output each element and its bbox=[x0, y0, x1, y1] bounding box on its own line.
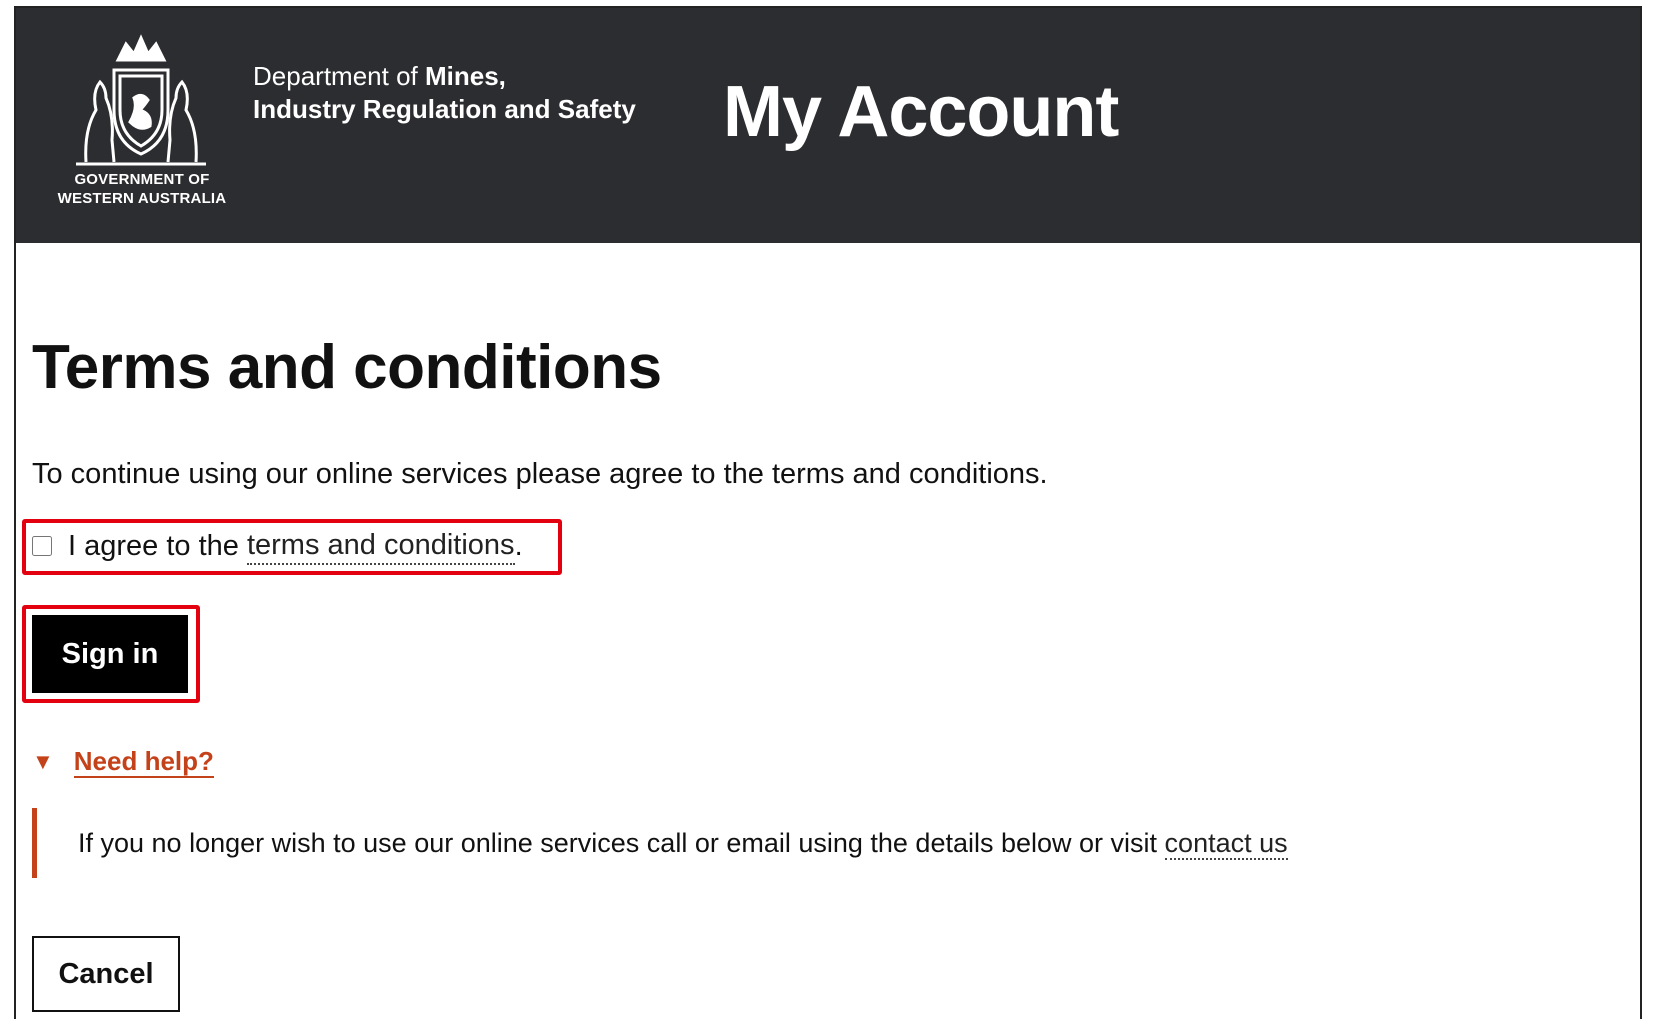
agree-suffix: . bbox=[514, 530, 523, 562]
dept-prefix: Department of bbox=[253, 61, 425, 91]
gov-line-1: GOVERNMENT OF bbox=[74, 171, 210, 188]
government-label: GOVERNMENT OF WESTERN AUSTRALIA bbox=[50, 170, 234, 208]
sign-in-button[interactable]: Sign in bbox=[32, 615, 188, 693]
need-help-toggle[interactable]: ▼ Need help? bbox=[32, 746, 214, 778]
page-title: Terms and conditions bbox=[32, 333, 662, 402]
dept-bold: Mines, bbox=[424, 61, 506, 91]
department-name: Department of Mines, Industry Regulation… bbox=[253, 60, 636, 126]
help-text: If you no longer wish to use our online … bbox=[78, 826, 1288, 860]
agree-checkbox[interactable] bbox=[32, 536, 52, 556]
terms-link[interactable]: terms and conditions bbox=[246, 527, 515, 565]
need-help-label: Need help? bbox=[73, 746, 214, 778]
agree-checkbox-row[interactable]: I agree to the terms and conditions . bbox=[32, 527, 523, 565]
contact-us-link[interactable]: contact us bbox=[1164, 828, 1288, 860]
triangle-down-icon: ▼ bbox=[32, 749, 54, 774]
app-title: My Account bbox=[723, 72, 1119, 152]
help-panel: If you no longer wish to use our online … bbox=[32, 808, 1437, 878]
intro-text: To continue using our online services pl… bbox=[32, 458, 1048, 490]
cancel-button[interactable]: Cancel bbox=[32, 936, 180, 1012]
agree-prefix: I agree to the bbox=[68, 530, 247, 562]
coat-of-arms-icon bbox=[76, 34, 206, 166]
gov-line-2: WESTERN AUSTRALIA bbox=[57, 190, 227, 207]
site-header: GOVERNMENT OF WESTERN AUSTRALIA Departme… bbox=[16, 8, 1640, 243]
help-body: If you no longer wish to use our online … bbox=[78, 828, 1165, 858]
dept-line-2: Industry Regulation and Safety bbox=[253, 94, 636, 124]
page-frame: GOVERNMENT OF WESTERN AUSTRALIA Departme… bbox=[14, 6, 1642, 1019]
